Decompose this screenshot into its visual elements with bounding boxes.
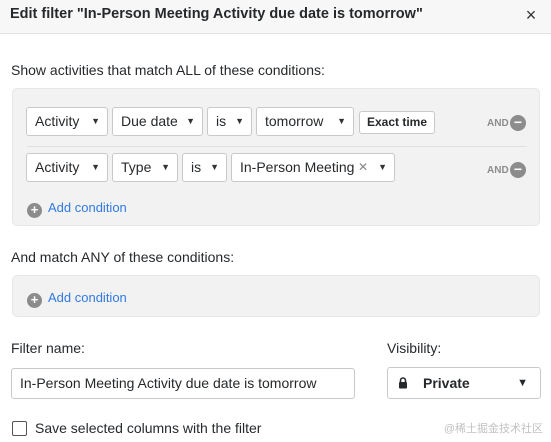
- clear-icon[interactable]: ✕: [358, 154, 368, 181]
- add-condition-all-button[interactable]: + Add condition: [27, 200, 127, 218]
- visibility-select[interactable]: Private ▼: [387, 367, 541, 399]
- chevron-down-icon: ▼: [378, 162, 387, 172]
- visibility-label: Visibility:: [387, 340, 442, 356]
- and-connector-label: AND: [487, 165, 509, 176]
- save-columns-label: Save selected columns with the filter: [35, 420, 262, 436]
- any-conditions-box: + Add condition: [12, 275, 540, 317]
- chevron-down-icon: ▼: [517, 377, 528, 389]
- condition-1-field-select[interactable]: Due date ▼: [112, 107, 203, 136]
- and-connector-label: AND: [487, 118, 509, 129]
- watermark: @稀土掘金技术社区: [443, 423, 543, 435]
- remove-condition-icon[interactable]: −: [510, 115, 526, 131]
- exact-time-button[interactable]: Exact time: [359, 111, 436, 134]
- close-icon[interactable]: ×: [521, 5, 541, 25]
- any-conditions-heading: And match ANY of these conditions:: [11, 249, 235, 265]
- save-columns-checkbox[interactable]: [12, 421, 27, 436]
- plus-circle-icon: +: [27, 203, 42, 218]
- condition-1-value-select[interactable]: tomorrow ▼: [256, 107, 354, 136]
- condition-2-field-select[interactable]: Type ▼: [112, 153, 178, 182]
- all-conditions-box: Activity ▼ Due date ▼ is ▼ tomorrow ▼ Ex…: [12, 88, 540, 226]
- chevron-down-icon: ▼: [161, 162, 170, 172]
- condition-2-operator-select[interactable]: is ▼: [182, 153, 227, 182]
- add-condition-any-button[interactable]: + Add condition: [27, 290, 127, 308]
- condition-1-operator-select[interactable]: is ▼: [207, 107, 252, 136]
- condition-1-entity-select[interactable]: Activity ▼: [26, 107, 108, 136]
- condition-2-value-select[interactable]: In-Person Meeting ✕ ▼: [231, 153, 395, 182]
- filter-name-label: Filter name:: [11, 340, 85, 356]
- remove-condition-icon[interactable]: −: [510, 162, 526, 178]
- dialog-title: Edit filter "In-Person Meeting Activity …: [10, 6, 423, 22]
- row-divider: [27, 146, 527, 147]
- chevron-down-icon: ▼: [337, 116, 346, 126]
- filter-name-input[interactable]: In-Person Meeting Activity due date is t…: [11, 368, 355, 399]
- all-conditions-heading: Show activities that match ALL of these …: [11, 62, 325, 78]
- chevron-down-icon: ▼: [210, 162, 219, 172]
- chevron-down-icon: ▼: [91, 162, 100, 172]
- lock-icon: [399, 377, 407, 389]
- chevron-down-icon: ▼: [91, 116, 100, 126]
- plus-circle-icon: +: [27, 293, 42, 308]
- condition-2-entity-select[interactable]: Activity ▼: [26, 153, 108, 182]
- chevron-down-icon: ▼: [235, 116, 244, 126]
- chevron-down-icon: ▼: [186, 116, 195, 126]
- dialog-header: Edit filter "In-Person Meeting Activity …: [0, 0, 551, 34]
